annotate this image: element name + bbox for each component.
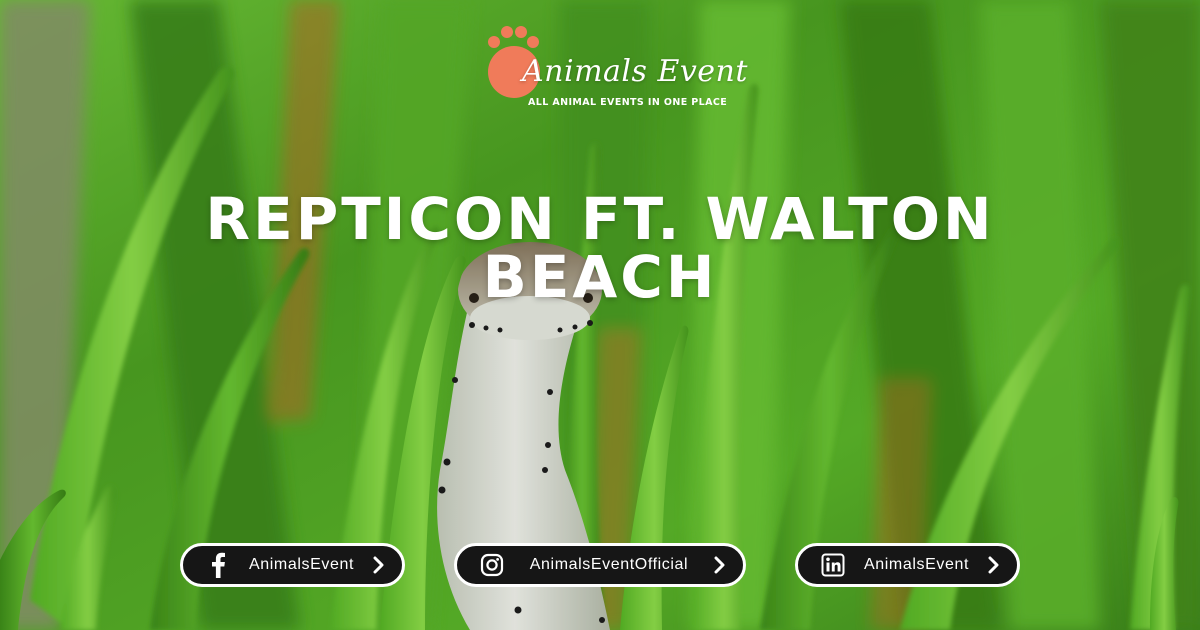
paw-toe [501, 26, 513, 38]
linkedin-handle: AnimalsEvent [863, 556, 970, 573]
paw-toe [527, 36, 539, 48]
event-title-line-2: BEACH [482, 243, 718, 311]
event-title: REPTICON FT. WALTON BEACH [100, 190, 1100, 306]
logo-tagline: ALL ANIMAL EVENTS IN ONE PLACE [528, 97, 728, 108]
chevron-right-icon [713, 555, 727, 575]
chevron-right-icon [987, 555, 1001, 575]
facebook-handle: AnimalsEvent [248, 556, 355, 573]
event-title-line-1: REPTICON FT. WALTON [205, 185, 995, 253]
instagram-link[interactable]: AnimalsEventOfficial [454, 543, 746, 587]
instagram-icon [479, 552, 505, 578]
instagram-handle: AnimalsEventOfficial [529, 556, 689, 573]
event-banner: Animals Event ALL ANIMAL EVENTS IN ONE P… [0, 0, 1200, 630]
facebook-icon [205, 552, 231, 578]
linkedin-icon [820, 552, 846, 578]
logo-title: Animals Event [522, 54, 748, 89]
paw-toe [515, 26, 527, 38]
linkedin-link[interactable]: AnimalsEvent [795, 543, 1020, 587]
paw-toe [488, 36, 500, 48]
facebook-link[interactable]: AnimalsEvent [180, 543, 405, 587]
animals-event-logo[interactable]: Animals Event ALL ANIMAL EVENTS IN ONE P… [470, 22, 747, 112]
chevron-right-icon [372, 555, 386, 575]
